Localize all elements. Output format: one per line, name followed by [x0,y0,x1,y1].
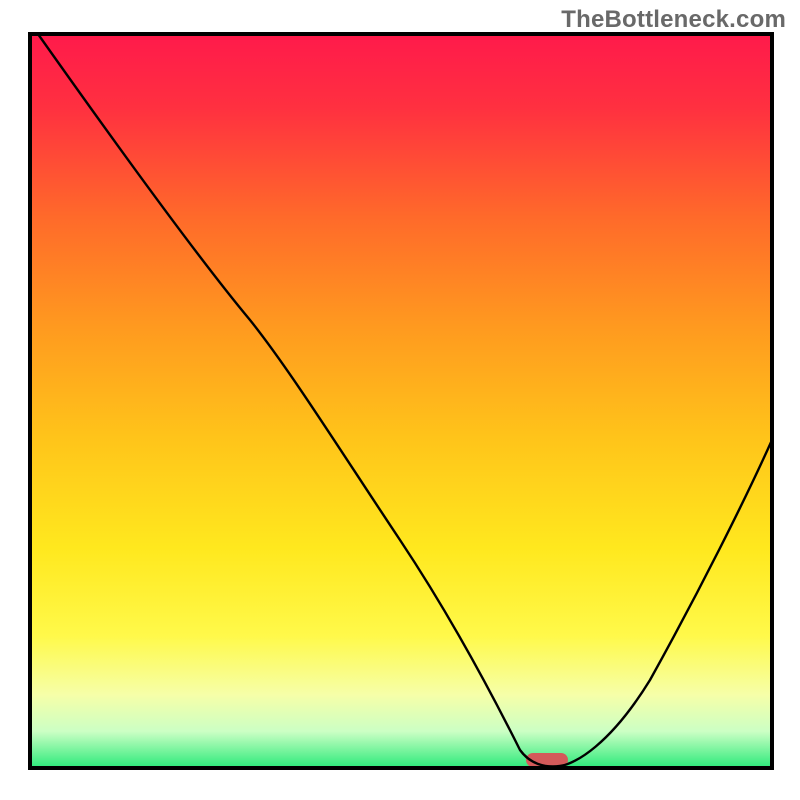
heatmap-background [30,34,772,768]
chart-container: TheBottleneck.com [0,0,800,800]
watermark-text: TheBottleneck.com [561,6,786,34]
bottleneck-chart [0,0,800,800]
